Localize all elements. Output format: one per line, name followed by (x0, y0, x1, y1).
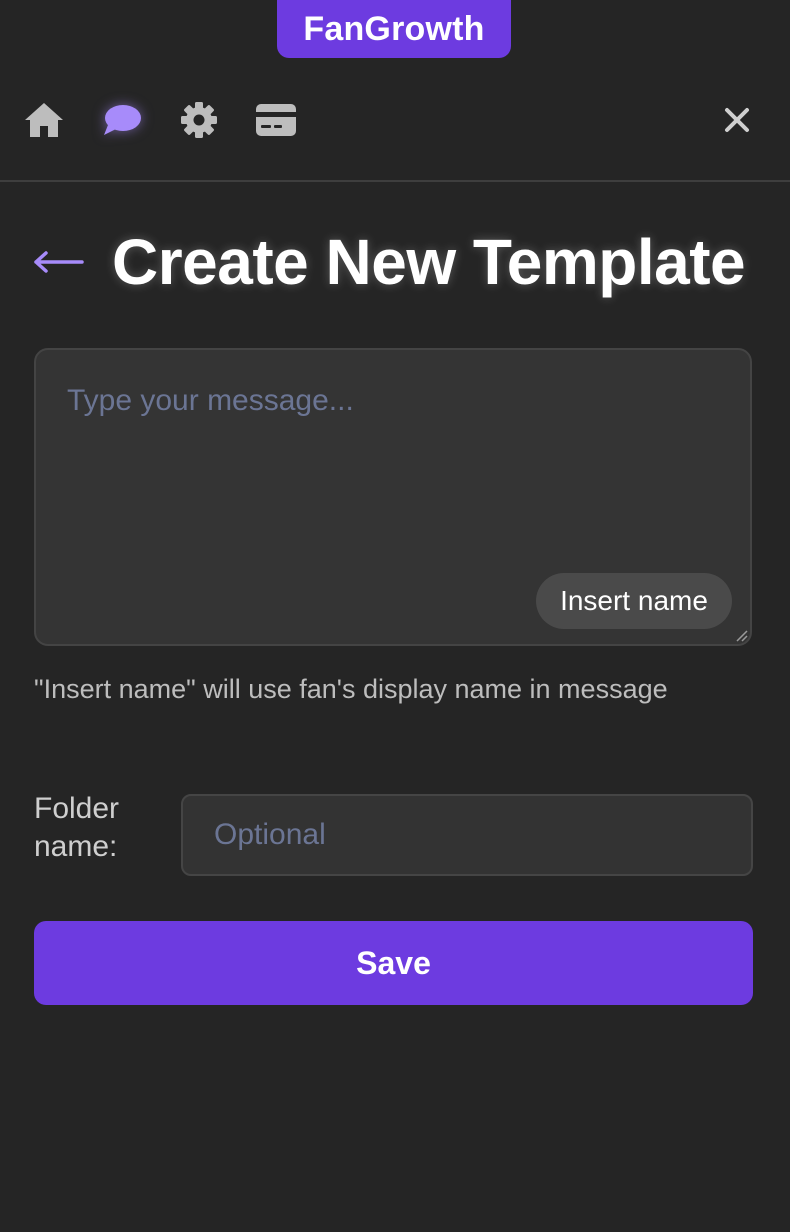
brand-tab: FanGrowth (277, 0, 511, 58)
save-button[interactable]: Save (34, 921, 753, 1005)
folder-name-input[interactable] (181, 794, 753, 876)
resize-handle-icon[interactable] (734, 628, 748, 642)
page-title: Create New Template (112, 226, 746, 298)
page-header: Create New Template (30, 222, 770, 302)
close-icon[interactable] (715, 98, 759, 142)
arrow-left-icon[interactable] (30, 242, 86, 282)
template-editor-panel: FanGrowth Create New Template Type your … (0, 0, 790, 1232)
top-nav (0, 80, 790, 158)
insert-name-button[interactable]: Insert name (536, 573, 732, 629)
message-textarea[interactable]: Type your message... Insert name (34, 348, 752, 646)
folder-name-label: Folder name: (34, 792, 120, 863)
gear-icon[interactable] (177, 98, 221, 142)
credit-card-icon[interactable] (254, 98, 298, 142)
message-placeholder: Type your message... (67, 384, 354, 417)
chat-icon[interactable] (100, 98, 144, 142)
nav-divider (0, 180, 790, 182)
insert-name-hint: "Insert name" will use fan's display nam… (34, 674, 668, 704)
home-icon[interactable] (22, 98, 66, 142)
